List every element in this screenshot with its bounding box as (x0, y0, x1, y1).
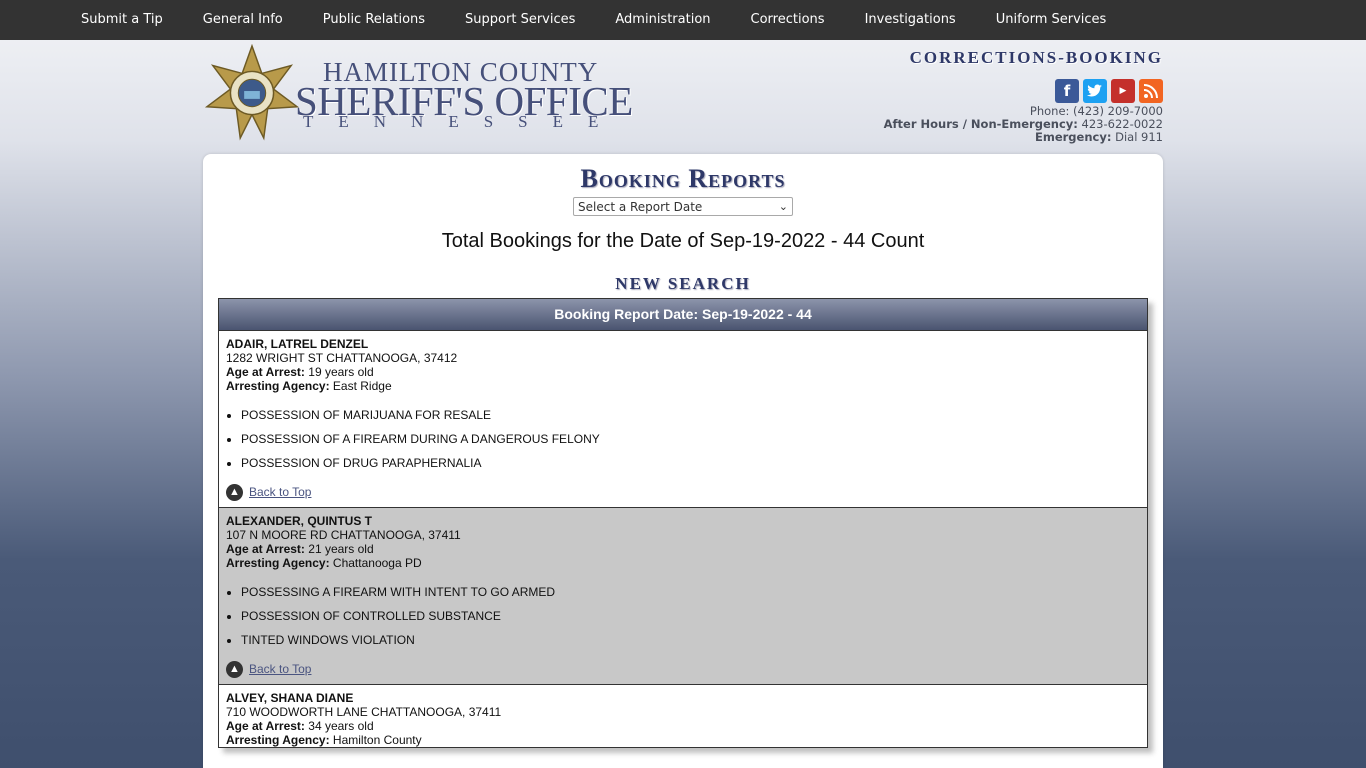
back-to-top-link[interactable]: Back to Top (249, 485, 311, 499)
nav-support-services[interactable]: Support Services (445, 0, 595, 40)
agency-line: Arresting Agency: Chattanooga PD (226, 556, 422, 570)
agency-line: Arresting Agency: East Ridge (226, 379, 392, 393)
chevron-down-icon: ⌄ (778, 200, 788, 213)
inmate-name: ADAIR, LATREL DENZEL (226, 337, 369, 351)
contact-info: Phone: (423) 209-7000 After Hours / Non-… (884, 105, 1163, 144)
inmate-name: ALEXANDER, QUINTUS T (226, 514, 373, 528)
agency-line: Arresting Agency: Hamilton County (226, 733, 422, 747)
after-hours-number: 423-622-0022 (1081, 117, 1163, 131)
top-nav: Submit a Tip General Info Public Relatio… (0, 0, 1366, 40)
nav-administration[interactable]: Administration (595, 0, 730, 40)
booking-entry: ADAIR, LATREL DENZEL 1282 WRIGHT ST CHAT… (219, 330, 1147, 507)
charge-item: POSSESSION OF MARIJUANA FOR RESALE (241, 408, 1140, 422)
section-title: CORRECTIONS-BOOKING (909, 48, 1163, 67)
age-line: Age at Arrest: 19 years old (226, 365, 374, 379)
back-to-top-link[interactable]: Back to Top (249, 662, 311, 676)
social-links: f ▶ (1055, 79, 1163, 103)
facebook-icon[interactable]: f (1055, 79, 1079, 103)
charge-item: POSSESSING A FIREARM WITH INTENT TO GO A… (241, 585, 1140, 599)
nav-general-info[interactable]: General Info (183, 0, 303, 40)
booking-report-table: Booking Report Date: Sep-19-2022 - 44 AD… (218, 298, 1148, 748)
report-date-select[interactable]: Select a Report Date ⌄ (573, 197, 793, 216)
agency-value: Chattanooga PD (332, 556, 422, 570)
emergency-line: Emergency: Dial 911 (1034, 130, 1163, 144)
nav-uniform-services[interactable]: Uniform Services (976, 0, 1127, 40)
charges-list: POSSESSING A FIREARM WITH INTENT TO GO A… (241, 585, 1140, 647)
nav-corrections[interactable]: Corrections (731, 0, 845, 40)
total-bookings-text: Total Bookings for the Date of Sep-19-20… (441, 230, 925, 252)
inmate-address: 107 N MOORE RD CHATTANOOGA, 37411 (226, 528, 461, 542)
charge-item: POSSESSION OF DRUG PARAPHERNALIA (241, 456, 1140, 470)
arrow-up-icon[interactable]: ▲ (226, 660, 243, 678)
charges-list: POSSESSION OF MARIJUANA FOR RESALE POSSE… (241, 408, 1140, 470)
age-value: 34 years old (308, 719, 374, 733)
twitter-icon[interactable] (1083, 79, 1107, 103)
brand-state: TENNESSEE (303, 112, 624, 131)
phone-number: (423) 209-7000 (1073, 104, 1163, 118)
charge-item: POSSESSION OF CONTROLLED SUBSTANCE (241, 609, 1140, 623)
main-panel: Booking Reports Select a Report Date ⌄ T… (203, 154, 1163, 768)
agency-value: Hamilton County (332, 733, 422, 747)
agency-value: East Ridge (332, 379, 392, 393)
youtube-icon[interactable]: ▶ (1111, 79, 1135, 103)
age-line: Age at Arrest: 21 years old (226, 542, 374, 556)
nav-investigations[interactable]: Investigations (845, 0, 976, 40)
arrow-up-icon[interactable]: ▲ (226, 483, 243, 501)
site-header: HAMILTON COUNTY SHERIFF'S OFFICE TENNESS… (203, 40, 1163, 154)
inmate-name: ALVEY, SHANA DIANE (226, 691, 354, 705)
sheriff-star-logo[interactable] (203, 44, 301, 142)
page-title: Booking Reports (580, 164, 786, 193)
back-to-top: ▲ Back to Top (226, 483, 1140, 501)
age-value: 21 years old (308, 542, 374, 556)
charge-item: POSSESSION OF A FIREARM DURING A DANGERO… (241, 432, 1140, 446)
charge-item: TINTED WINDOWS VIOLATION (241, 633, 1140, 647)
report-header: Booking Report Date: Sep-19-2022 - 44 (219, 299, 1147, 330)
age-value: 19 years old (308, 365, 374, 379)
booking-entry: ALEXANDER, QUINTUS T 107 N MOORE RD CHAT… (219, 507, 1147, 684)
back-to-top: ▲ Back to Top (226, 660, 1140, 678)
emergency-number: Dial 911 (1115, 130, 1163, 144)
booking-entry: ALVEY, SHANA DIANE 710 WOODWORTH LANE CH… (219, 684, 1147, 747)
nav-public-relations[interactable]: Public Relations (303, 0, 445, 40)
inmate-address: 710 WOODWORTH LANE CHATTANOOGA, 37411 (226, 705, 502, 719)
nav-submit-a-tip[interactable]: Submit a Tip (61, 0, 183, 40)
age-line: Age at Arrest: 34 years old (226, 719, 374, 733)
report-date-select-value: Select a Report Date (578, 200, 703, 214)
rss-icon[interactable] (1139, 79, 1163, 103)
new-search-link[interactable]: NEW SEARCH (203, 274, 1163, 294)
inmate-address: 1282 WRIGHT ST CHATTANOOGA, 37412 (226, 351, 458, 365)
